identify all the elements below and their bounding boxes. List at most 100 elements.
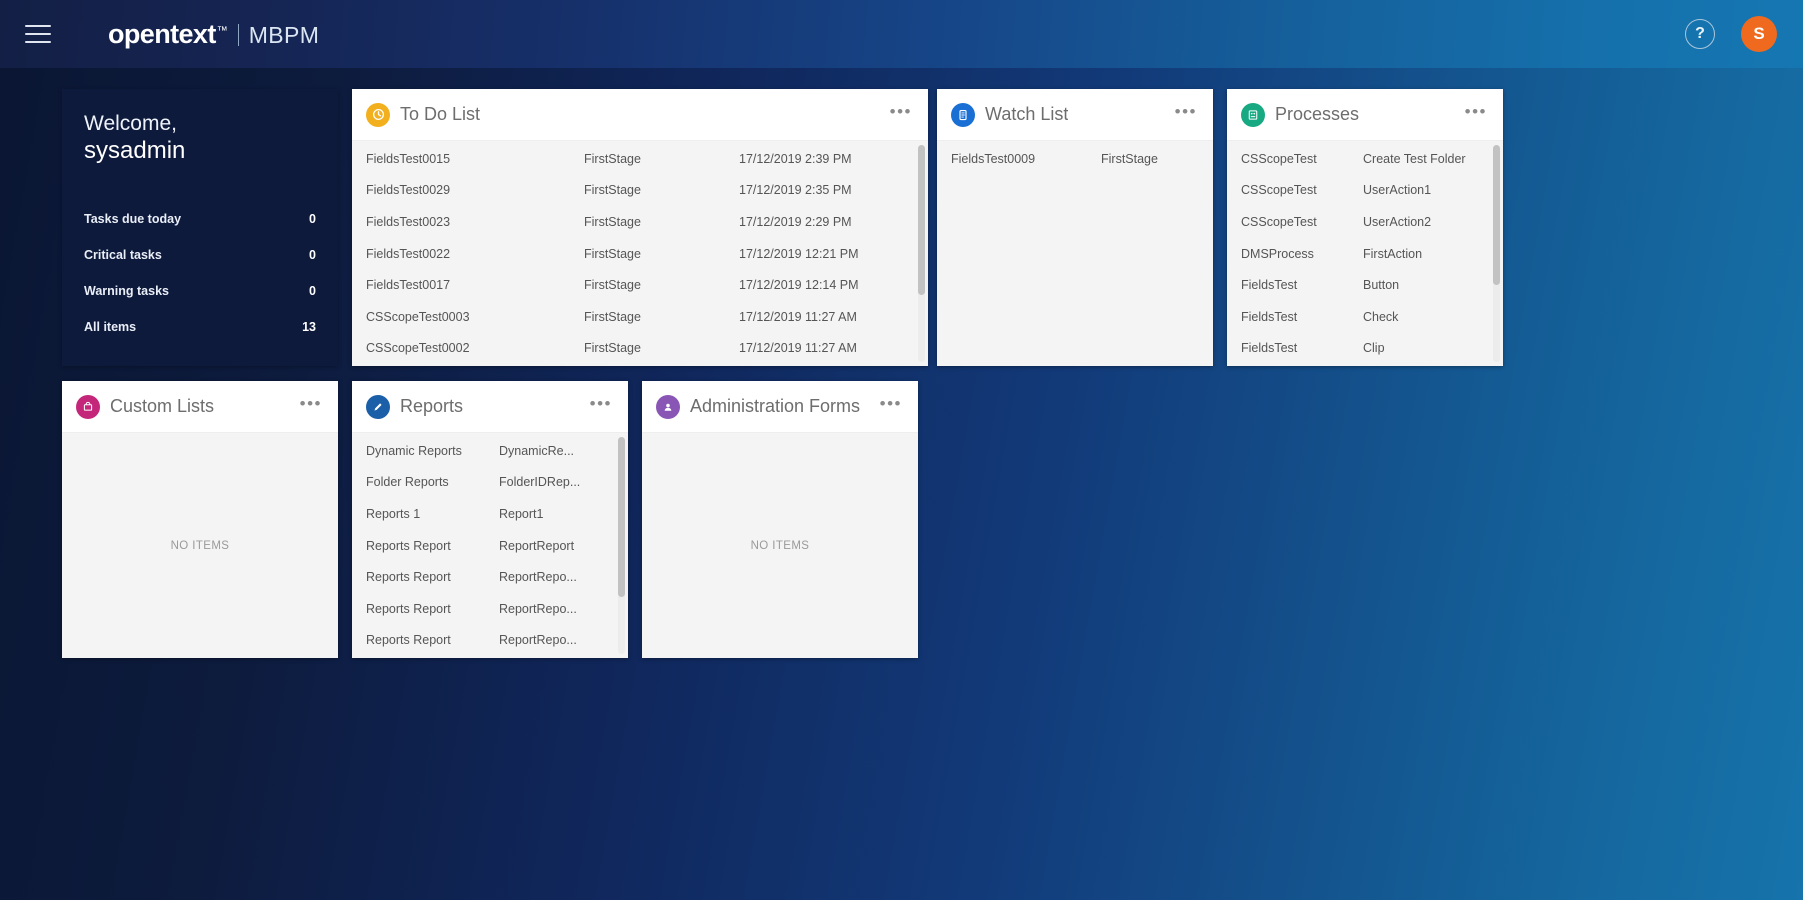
tile-body: FieldsTest0009 FirstStage <box>937 141 1213 366</box>
tile-overflow-menu[interactable]: ••• <box>582 395 614 415</box>
table-row[interactable]: FieldsTest0009 FirstStage <box>937 143 1213 175</box>
help-icon[interactable]: ? <box>1685 19 1715 49</box>
row-action: UserAction2 <box>1363 214 1432 229</box>
trademark-icon: ™ <box>216 24 228 37</box>
row-name: Reports 1 <box>366 506 421 521</box>
tile-overflow-menu[interactable]: ••• <box>292 395 324 415</box>
table-row[interactable]: FieldsTest Button <box>1227 269 1503 301</box>
table-row[interactable]: CSScopeTest UserAction2 <box>1227 206 1503 238</box>
tile-header: To Do List ••• <box>352 89 928 141</box>
row-name: FieldsTest0009 <box>951 151 1036 166</box>
row-name: Dynamic Reports <box>366 443 462 458</box>
tile-body: NO ITEMS <box>642 433 918 658</box>
tile-header: Processes ••• <box>1227 89 1503 141</box>
table-row[interactable]: FieldsTest Clip <box>1227 333 1503 365</box>
tile-header: Administration Forms ••• <box>642 381 918 433</box>
table-row[interactable]: FieldsTest0023 FirstStage 17/12/2019 2:2… <box>352 206 928 238</box>
stat-row[interactable]: Warning tasks 0 <box>84 273 316 309</box>
row-name: FieldsTest0029 <box>366 183 451 198</box>
tile-body: FieldsTest0015 FirstStage 17/12/2019 2:3… <box>352 141 928 366</box>
todo-row-list: FieldsTest0015 FirstStage 17/12/2019 2:3… <box>352 141 928 366</box>
row-value: Report1 <box>499 506 544 521</box>
row-action: FirstAction <box>1363 246 1423 261</box>
row-value: ReportRepo... <box>499 601 577 616</box>
tile-reports: Reports ••• Dynamic Reports DynamicRe...… <box>352 381 628 658</box>
row-action: Clip <box>1363 341 1385 356</box>
stat-row[interactable]: Tasks due today 0 <box>84 201 316 237</box>
table-row[interactable]: CSScopeTest0002 FirstStage 17/12/2019 11… <box>352 333 928 365</box>
processes-row-list: CSScopeTest Create Test Folder CSScopeTe… <box>1227 141 1503 366</box>
scrollbar-track[interactable] <box>1493 145 1500 362</box>
welcome-username: sysadmin <box>84 136 186 164</box>
row-name: CSScopeTest <box>1241 183 1317 198</box>
row-date: 17/12/2019 12:21 PM <box>739 246 859 261</box>
tile-header: Reports ••• <box>352 381 628 433</box>
stat-label: Critical tasks <box>84 247 162 262</box>
row-name: Reports Report <box>366 538 451 553</box>
header-actions: ? S <box>1685 16 1777 52</box>
hamburger-icon[interactable] <box>16 12 60 56</box>
stat-value: 13 <box>302 319 316 334</box>
watch-icon <box>951 102 975 127</box>
table-row[interactable]: Dynamic Reports DynamicRe... <box>352 435 628 467</box>
brand-logo[interactable]: opentext ™ MBPM <box>108 19 319 50</box>
table-row[interactable]: DMSProcess FirstAction <box>1227 238 1503 270</box>
table-row[interactable]: CSScopeTest Create Test Folder <box>1227 143 1503 175</box>
tile-to-do-list: To Do List ••• FieldsTest0015 FirstStage… <box>352 89 928 366</box>
row-name: Reports Report <box>366 570 451 585</box>
table-row[interactable]: CSScopeTest0003 FirstStage 17/12/2019 11… <box>352 301 928 333</box>
tile-custom-lists: Custom Lists ••• NO ITEMS <box>62 381 338 658</box>
row-stage: FirstStage <box>1101 151 1158 166</box>
row-stage: FirstStage <box>584 246 641 261</box>
row-name: Reports Report <box>366 601 451 616</box>
table-row[interactable]: CSScopeTest UserAction1 <box>1227 175 1503 207</box>
row-name: FieldsTest <box>1241 278 1298 293</box>
avatar[interactable]: S <box>1741 16 1777 52</box>
row-stage: FirstStage <box>584 214 641 229</box>
scrollbar-track[interactable] <box>918 145 925 362</box>
table-row[interactable]: Reports 1 Report1 <box>352 498 628 530</box>
table-row[interactable]: Reports Report ReportReport <box>352 530 628 562</box>
stat-row[interactable]: All items 13 <box>84 309 316 345</box>
stat-label: All items <box>84 319 137 334</box>
todo-icon <box>366 102 390 127</box>
scrollbar-thumb[interactable] <box>618 437 625 597</box>
admin-forms-icon <box>656 394 680 419</box>
row-stage: FirstStage <box>584 183 641 198</box>
row-name: CSScopeTest0003 <box>366 309 470 324</box>
row-name: CSScopeTest <box>1241 214 1317 229</box>
tile-header: Watch List ••• <box>937 89 1213 141</box>
brand-divider <box>237 23 239 46</box>
row-stage: FirstStage <box>584 341 641 356</box>
tile-processes: Processes ••• CSScopeTest Create Test Fo… <box>1227 89 1503 366</box>
stat-value: 0 <box>309 283 316 298</box>
row-name: FieldsTest0017 <box>366 278 451 293</box>
processes-icon <box>1241 102 1265 127</box>
tile-overflow-menu[interactable]: ••• <box>882 103 914 123</box>
welcome-panel: Welcome, sysadmin Tasks due today 0 Crit… <box>62 89 338 366</box>
tile-overflow-menu[interactable]: ••• <box>1457 103 1489 123</box>
stat-label: Warning tasks <box>84 283 169 298</box>
tile-title: Watch List <box>985 104 1069 124</box>
tile-body: Dynamic Reports DynamicRe... Folder Repo… <box>352 433 628 658</box>
table-row[interactable]: FieldsTest0029 FirstStage 17/12/2019 2:3… <box>352 175 928 207</box>
tile-overflow-menu[interactable]: ••• <box>1167 103 1199 123</box>
row-date: 17/12/2019 2:29 PM <box>739 214 852 229</box>
table-row[interactable]: Reports Report ReportRepo... <box>352 625 628 657</box>
stat-row[interactable]: Critical tasks 0 <box>84 237 316 273</box>
table-row[interactable]: FieldsTest0015 FirstStage 17/12/2019 2:3… <box>352 143 928 175</box>
table-row[interactable]: Reports Report ReportRepo... <box>352 593 628 625</box>
table-row[interactable]: Folder Reports FolderIDRep... <box>352 467 628 499</box>
tile-overflow-menu[interactable]: ••• <box>872 395 904 415</box>
row-value: DynamicRe... <box>499 443 575 458</box>
table-row[interactable]: FieldsTest Check <box>1227 301 1503 333</box>
tile-body: CSScopeTest Create Test Folder CSScopeTe… <box>1227 141 1503 366</box>
table-row[interactable]: Reports Report ReportRepo... <box>352 561 628 593</box>
tile-header: Custom Lists ••• <box>62 381 338 433</box>
table-row[interactable]: FieldsTest0022 FirstStage 17/12/2019 12:… <box>352 238 928 270</box>
scrollbar-thumb[interactable] <box>918 145 925 295</box>
table-row[interactable]: FieldsTest0017 FirstStage 17/12/2019 12:… <box>352 269 928 301</box>
scrollbar-track[interactable] <box>618 437 625 654</box>
row-name: CSScopeTest0002 <box>366 341 470 356</box>
scrollbar-thumb[interactable] <box>1493 145 1500 285</box>
